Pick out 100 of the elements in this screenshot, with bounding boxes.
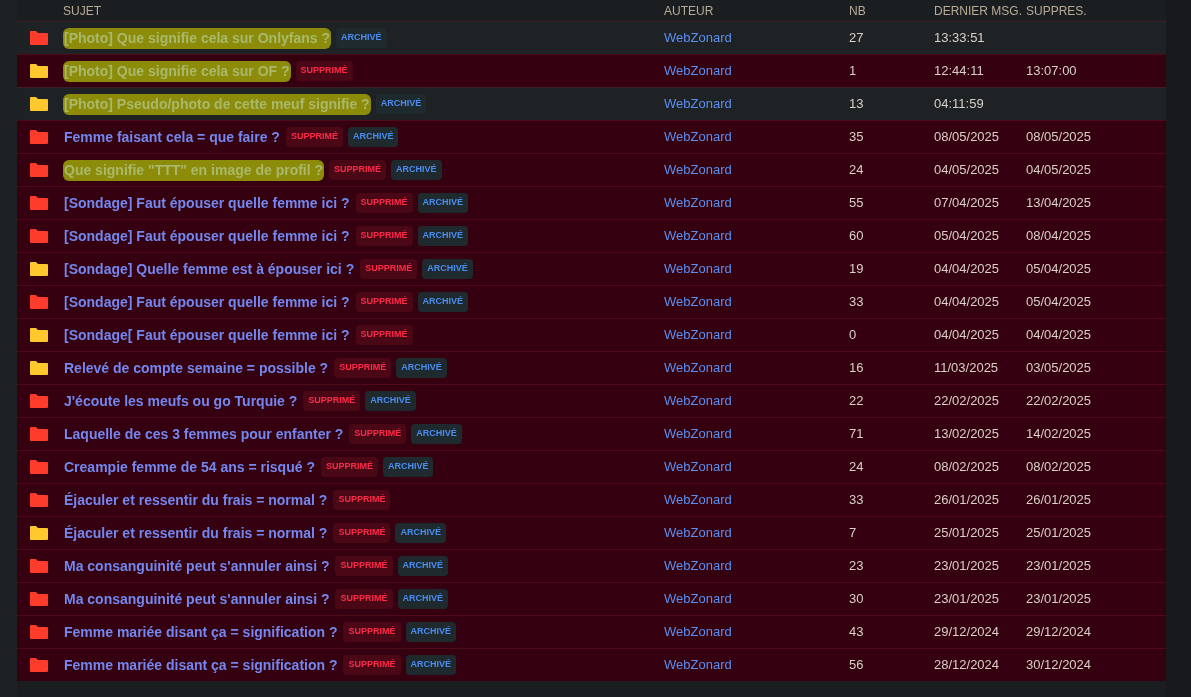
deleted-tag: SUPPRIMÉ: [335, 589, 393, 609]
author-link[interactable]: WebZonard: [664, 591, 732, 607]
author-link[interactable]: WebZonard: [664, 63, 732, 79]
deletion-date: 08/05/2025: [1026, 129, 1092, 145]
topic-title-link[interactable]: Ma consanguinité peut s'annuler ainsi ?: [63, 555, 331, 577]
author-link[interactable]: WebZonard: [664, 558, 732, 574]
archived-tag: ARCHIVÉ: [405, 655, 456, 675]
author-link[interactable]: WebZonard: [664, 162, 732, 178]
reply-count: 30: [849, 591, 864, 607]
author-link[interactable]: WebZonard: [664, 624, 732, 640]
last-message-date: 13:33:51: [934, 30, 985, 46]
author-link[interactable]: WebZonard: [664, 426, 732, 442]
column-header[interactable]: SUJET: [63, 3, 101, 18]
topic-title-link[interactable]: Creampie femme de 54 ans = risqué ?: [63, 456, 316, 478]
reply-count: 35: [849, 129, 864, 145]
column-header[interactable]: NB: [849, 3, 866, 18]
archived-tag: ARCHIVÉ: [382, 457, 434, 477]
column-header[interactable]: DERNIER MSG.: [934, 3, 1022, 18]
archived-tag: ARCHIVÉ: [422, 259, 473, 279]
reply-count: 1: [849, 63, 857, 79]
last-message-date: 28/12/2024: [934, 657, 1000, 673]
author-link[interactable]: WebZonard: [664, 492, 732, 508]
topic-title-link[interactable]: [Sondage] Faut épouser quelle femme ici ?: [63, 291, 351, 313]
reply-count: 33: [849, 492, 864, 508]
reply-count: 16: [849, 360, 864, 376]
reply-count: 24: [849, 162, 864, 178]
archived-tag: ARCHIVÉ: [365, 391, 416, 411]
last-message-date: 04/04/2025: [934, 327, 1000, 343]
last-message-date: 04/04/2025: [934, 261, 1000, 277]
author-link[interactable]: WebZonard: [664, 261, 732, 277]
column-header[interactable]: AUTEUR: [664, 3, 714, 18]
archived-tag: ARCHIVÉ: [411, 424, 462, 444]
topic-title-link[interactable]: Femme mariée disant ça = signification ?: [63, 621, 339, 643]
deleted-tag: SUPPRIMÉ: [355, 193, 413, 213]
deleted-tag: SUPPRIMÉ: [285, 127, 343, 147]
author-link[interactable]: WebZonard: [664, 195, 732, 211]
column-header[interactable]: SUPPRES.: [1026, 3, 1087, 18]
reply-count: 0: [849, 327, 857, 343]
author-link[interactable]: WebZonard: [664, 393, 732, 409]
topic-title-link[interactable]: [Sondage] Quelle femme est à épouser ici ?: [63, 258, 356, 280]
archived-tag: ARCHIVÉ: [391, 160, 442, 180]
archived-tag: ARCHIVÉ: [417, 226, 469, 246]
last-message-date: 12:44:11: [934, 63, 984, 79]
reply-count: 7: [849, 525, 857, 541]
reply-count: 19: [849, 261, 864, 277]
topic-title-link[interactable]: [Sondage] Faut épouser quelle femme ici ?: [63, 192, 351, 214]
author-link[interactable]: WebZonard: [664, 327, 732, 343]
deleted-tag: SUPPRIMÉ: [333, 490, 391, 510]
last-message-date: 08/02/2025: [934, 459, 1000, 475]
deleted-tag: SUPPRIMÉ: [343, 655, 401, 675]
author-link[interactable]: WebZonard: [664, 129, 732, 145]
deleted-tag: SUPPRIMÉ: [355, 325, 413, 345]
archived-tag: ARCHIVÉ: [347, 127, 399, 147]
topic-title-link[interactable]: [Sondage] Faut épouser quelle femme ici ?: [63, 225, 351, 247]
deletion-date: 29/12/2024: [1026, 624, 1092, 640]
topic-title-link[interactable]: [Sondage[ Faut épouser quelle femme ici ?: [63, 324, 351, 346]
topic-title-link[interactable]: Femme mariée disant ça = signification ?: [63, 654, 339, 676]
topic-title-link[interactable]: Éjaculer et ressentir du frais = normal ?: [63, 522, 329, 544]
reply-count: 23: [849, 558, 864, 574]
author-link[interactable]: WebZonard: [664, 525, 732, 541]
last-message-date: 29/12/2024: [934, 624, 1000, 640]
deleted-tag: SUPPRIMÉ: [334, 358, 392, 378]
deletion-date: 05/04/2025: [1026, 261, 1092, 277]
last-message-date: 11/03/2025: [934, 360, 999, 376]
deleted-tag: SUPPRIMÉ: [355, 226, 413, 246]
deletion-date: 22/02/2025: [1026, 393, 1092, 409]
archived-tag: ARCHIVÉ: [397, 589, 448, 609]
last-message-date: 04:11:59: [934, 96, 984, 112]
author-link[interactable]: WebZonard: [664, 96, 732, 112]
archived-tag: ARCHIVÉ: [405, 622, 456, 642]
last-message-date: 13/02/2025: [934, 426, 1000, 442]
deleted-tag: SUPPRIMÉ: [343, 622, 401, 642]
author-link[interactable]: WebZonard: [664, 294, 732, 310]
deletion-date: 08/02/2025: [1026, 459, 1092, 475]
topic-title-link[interactable]: Femme faisant cela = que faire ?: [63, 126, 281, 148]
archived-tag: ARCHIVÉ: [395, 523, 446, 543]
author-link[interactable]: WebZonard: [664, 360, 732, 376]
author-link[interactable]: WebZonard: [664, 30, 732, 46]
author-link[interactable]: WebZonard: [664, 228, 732, 244]
author-link[interactable]: WebZonard: [664, 657, 732, 673]
deletion-date: 04/04/2025: [1026, 327, 1092, 343]
archived-tag: ARCHIVÉ: [417, 292, 469, 312]
topic-title-link[interactable]: Éjaculer et ressentir du frais = normal ?: [63, 489, 329, 511]
archived-tag: ARCHIVÉ: [396, 358, 447, 378]
last-message-date: 08/05/2025: [934, 129, 1000, 145]
deleted-tag: SUPPRIMÉ: [355, 292, 413, 312]
last-message-date: 04/05/2025: [934, 162, 1000, 178]
archived-tag: ARCHIVÉ: [417, 193, 469, 213]
topic-title-link[interactable]: J'écoute les meufs ou go Turquie ?: [63, 390, 299, 412]
reply-count: 33: [849, 294, 864, 310]
last-message-date: 25/01/2025: [934, 525, 1000, 541]
author-link[interactable]: WebZonard: [664, 459, 732, 475]
deleted-tag: SUPPRIMÉ: [360, 259, 418, 279]
reply-count: 24: [849, 459, 864, 475]
topic-title-link[interactable]: Relevé de compte semaine = possible ?: [63, 357, 330, 379]
topic-title-link[interactable]: Laquelle de ces 3 femmes pour enfanter ?: [63, 423, 345, 445]
topic-title-link[interactable]: Ma consanguinité peut s'annuler ainsi ?: [63, 588, 331, 610]
reply-count: 60: [849, 228, 864, 244]
reply-count: 13: [849, 96, 864, 112]
last-message-date: 23/01/2025: [934, 558, 1000, 574]
